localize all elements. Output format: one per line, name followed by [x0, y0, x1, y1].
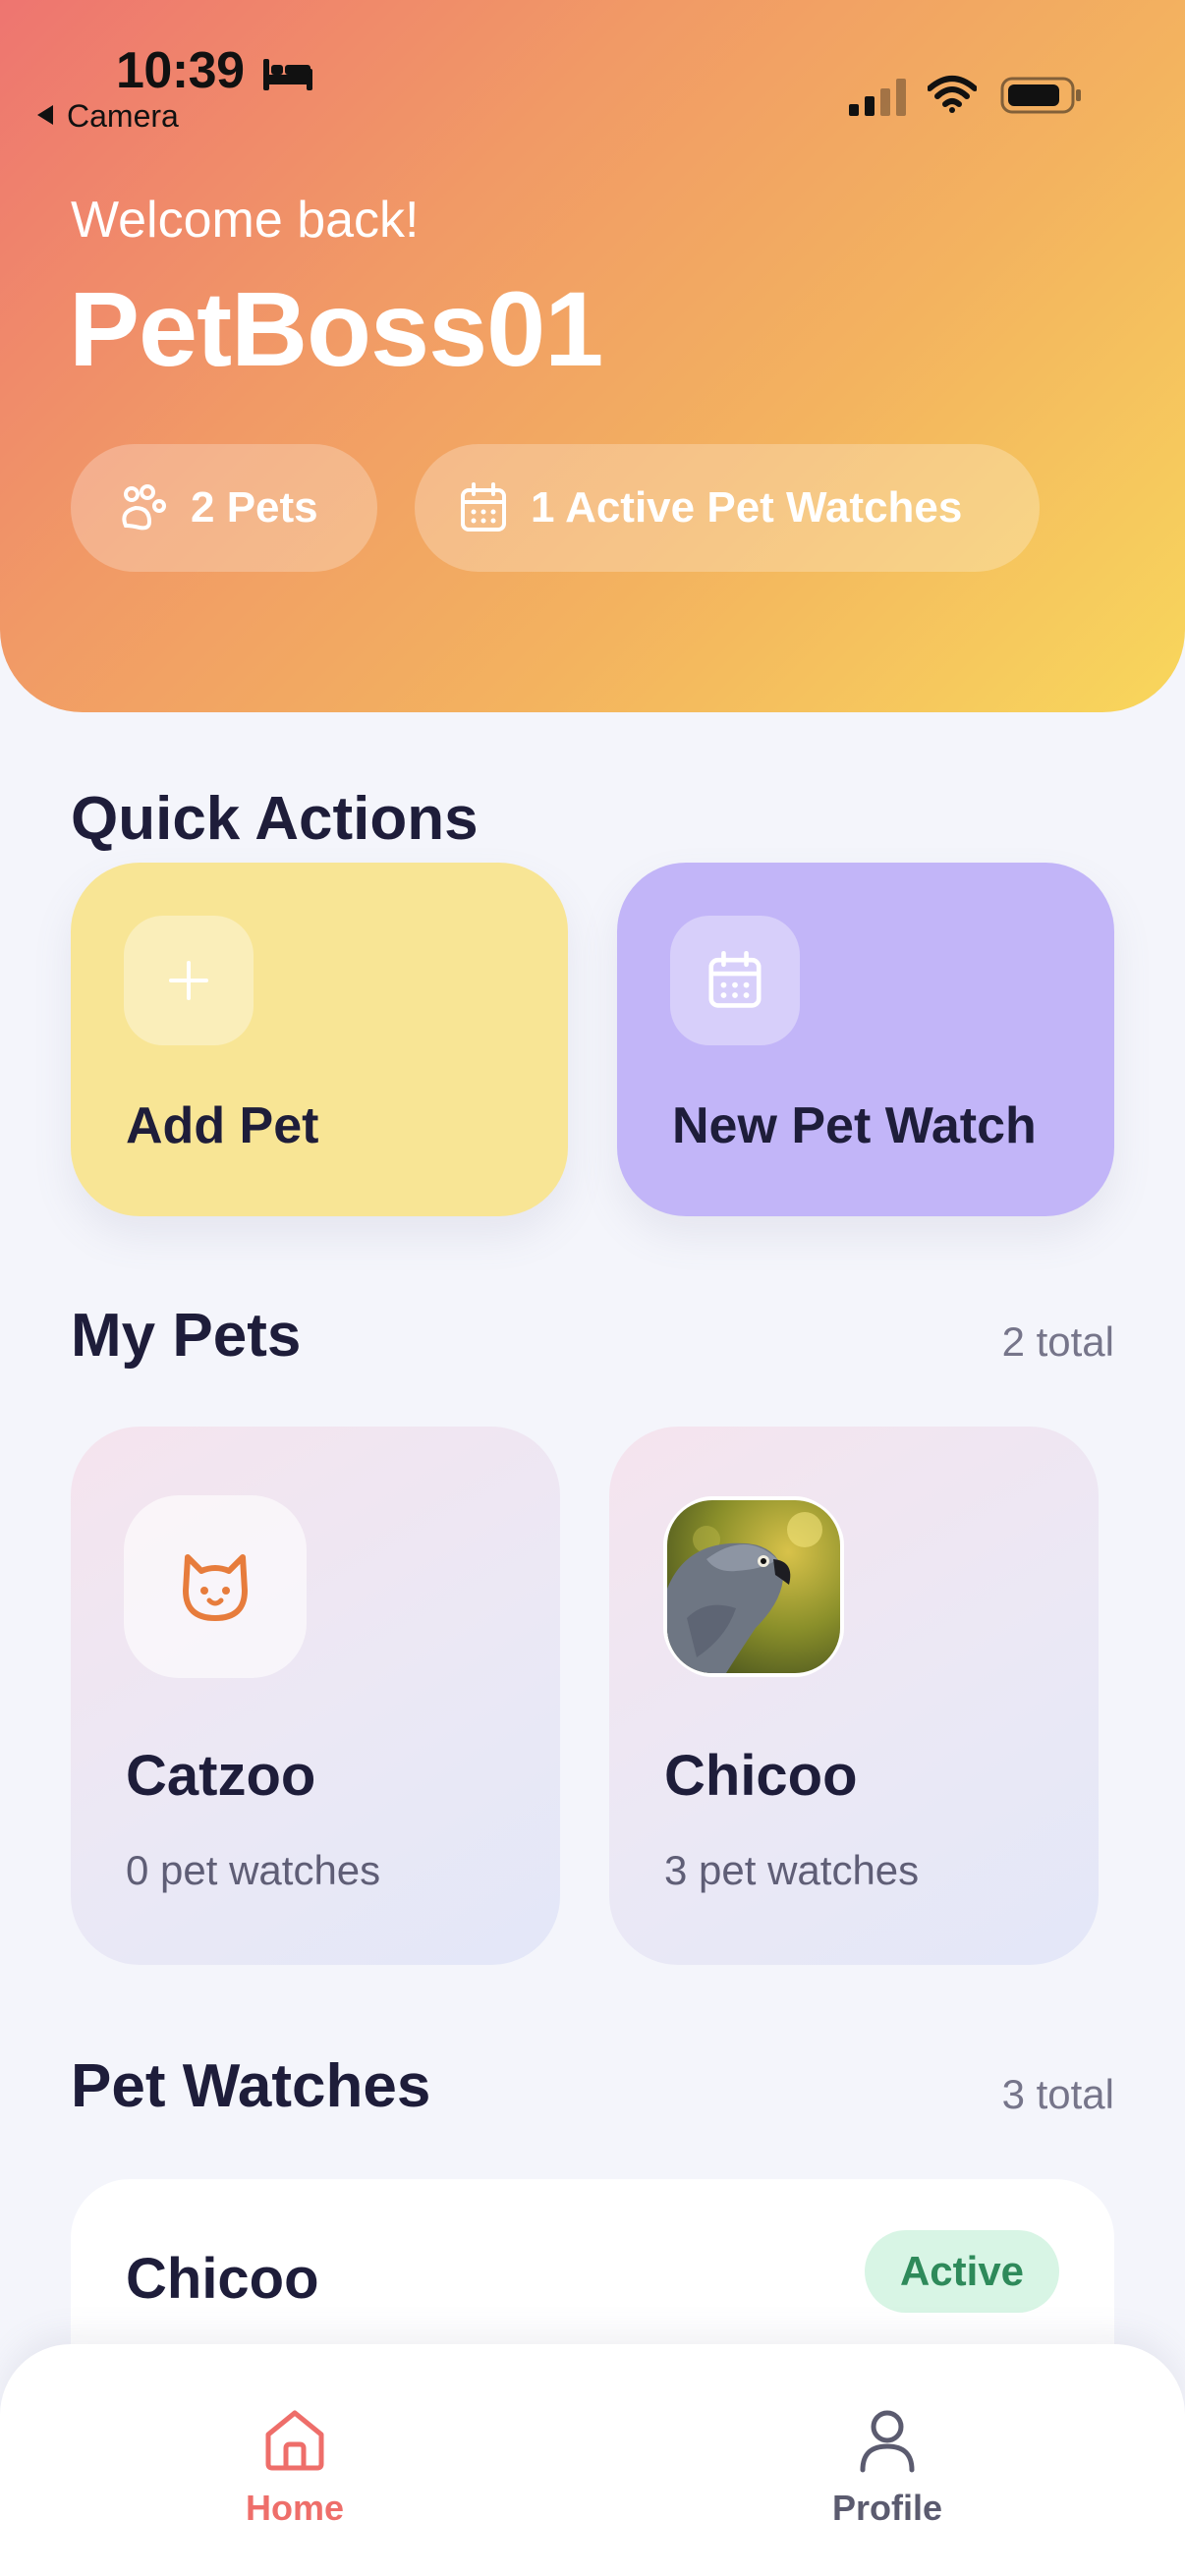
parrot-photo [663, 1496, 844, 1677]
pet-name: Chicoo [664, 1744, 858, 1808]
header-banner: 10:39 Camera Welcome back! PetBoss01 2 P… [0, 0, 1185, 712]
my-pets-count: 2 total [1001, 1318, 1114, 1365]
username: PetBoss01 [69, 269, 603, 388]
bed-icon [263, 59, 312, 90]
tab-profile[interactable]: Profile [789, 2405, 986, 2529]
pet-name: Catzoo [126, 1744, 316, 1808]
paw-icon [122, 484, 166, 531]
tab-home[interactable]: Home [197, 2405, 393, 2529]
my-pets-title: My Pets [71, 1302, 302, 1370]
back-arrow-icon [37, 105, 53, 125]
tab-profile-label: Profile [831, 2488, 943, 2528]
active-watches-label: 1 Active Pet Watches [531, 483, 963, 532]
welcome-text: Welcome back! [71, 192, 420, 249]
calendar-icon [670, 916, 800, 1045]
cellular-signal-icon [849, 79, 906, 116]
status-time: 10:39 [116, 42, 245, 99]
home-icon [265, 2410, 324, 2471]
pets-count-chip: 2 Pets [71, 444, 377, 572]
new-pet-watch-label: New Pet Watch [672, 1097, 1037, 1154]
status-badge: Active [865, 2230, 1059, 2313]
cat-icon [183, 1554, 248, 1621]
user-icon [860, 2410, 915, 2473]
pet-card-catzoo[interactable]: Catzoo 0 pet watches [71, 1427, 560, 1965]
pet-watches-title: Pet Watches [71, 2052, 431, 2120]
add-pet-button[interactable]: Add Pet [71, 863, 568, 1216]
pet-watch-count: 3 pet watches [664, 1847, 920, 1893]
watch-pet-name: Chicoo [126, 2247, 319, 2311]
tab-home-label: Home [245, 2488, 345, 2528]
add-pet-label: Add Pet [126, 1097, 319, 1154]
pet-watches-count: 3 total [1001, 2071, 1114, 2117]
bottom-tab-bar: Home Profile [0, 2344, 1185, 2576]
pet-watch-count: 0 pet watches [126, 1847, 381, 1893]
back-to-camera[interactable]: Camera [37, 98, 179, 135]
pet-avatar [124, 1495, 307, 1678]
active-watches-chip: 1 Active Pet Watches [415, 444, 1040, 572]
pets-count-label: 2 Pets [191, 483, 318, 532]
pet-card-chicoo[interactable]: Chicoo 3 pet watches [609, 1427, 1099, 1965]
wifi-icon [928, 76, 977, 113]
quick-actions-title: Quick Actions [71, 785, 479, 853]
new-pet-watch-button[interactable]: New Pet Watch [617, 863, 1114, 1216]
battery-icon [1000, 77, 1081, 114]
pet-avatar [662, 1495, 845, 1678]
back-camera-label: Camera [67, 98, 179, 134]
calendar-icon [461, 482, 506, 532]
plus-icon [124, 916, 254, 1045]
